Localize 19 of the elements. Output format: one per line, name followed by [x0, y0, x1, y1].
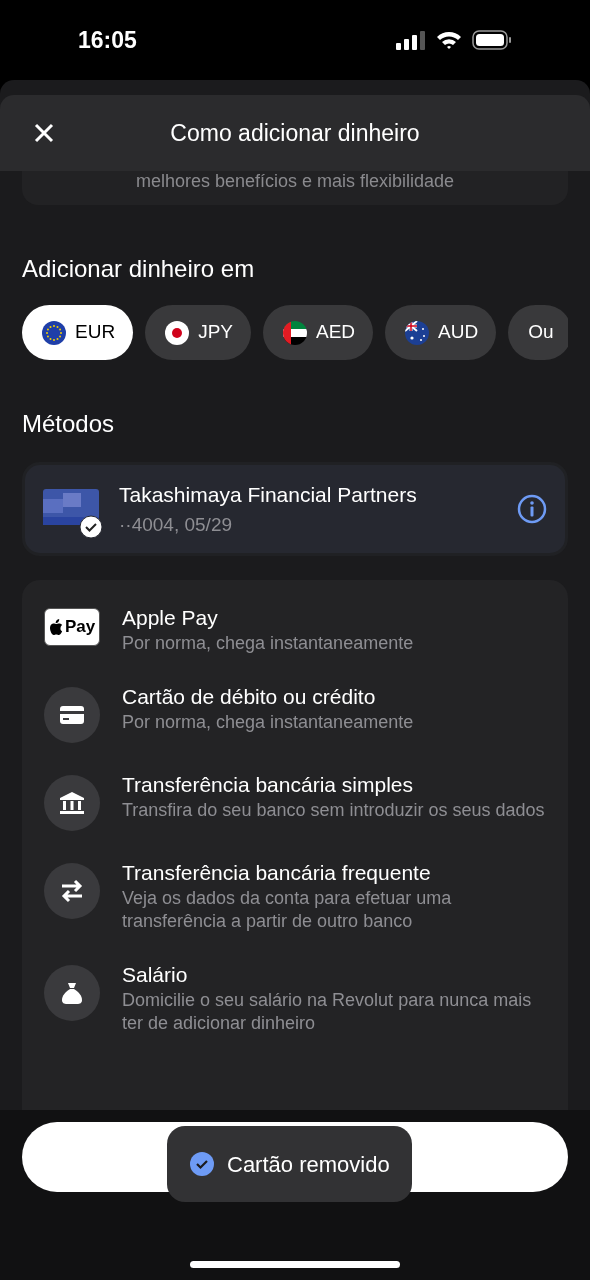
- method-title: Transferência bancária simples: [122, 772, 415, 798]
- method-title: Salário: [122, 962, 189, 988]
- method-subtitle: Por norma, chega instantaneamente: [122, 632, 414, 655]
- card-text: melhores benefícios e mais flexibilidade: [135, 171, 455, 191]
- method-subtitle: Veja os dados da conta para efetuar uma transferência a partir de outro banco: [122, 887, 453, 933]
- status-time: 16:05: [78, 25, 137, 55]
- method-title: Cartão de débito ou crédito: [122, 684, 377, 710]
- section-title: Métodos: [22, 409, 116, 439]
- toast-text: Cartão removido: [227, 1150, 390, 1179]
- method-title: Apple Pay: [122, 605, 219, 631]
- method-subtitle: Domicilie o seu salário na Revolut para nunca mais ter de adicionar dinheiro: [122, 989, 533, 1035]
- method-subtitle: Transfira do seu banco sem introduzir os seus dados: [122, 799, 545, 822]
- card-details: ··4004, 05/29: [119, 512, 234, 537]
- method-title: Transferência bancária frequente: [122, 860, 432, 886]
- section-title: Adicionar dinheiro em: [22, 254, 256, 284]
- card-name: Takashimaya Financial Partners: [119, 482, 418, 508]
- header-title: Como adicionar dinheiro: [169, 118, 421, 148]
- method-subtitle: Por norma, chega instantaneamente: [122, 711, 414, 734]
- apple-pay-logo: Pay: [44, 608, 100, 646]
